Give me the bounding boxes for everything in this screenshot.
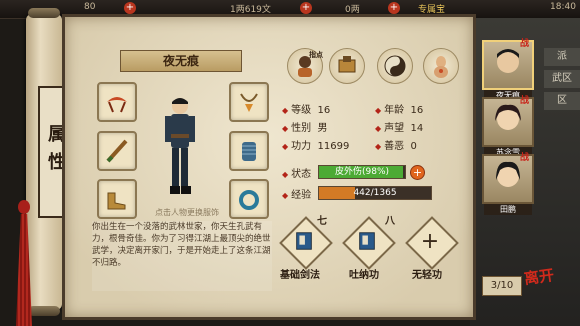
gender-value: 男: [317, 123, 328, 134]
equip-slot-armor[interactable]: [229, 131, 269, 171]
exp-text: 442/1365: [353, 188, 397, 198]
character-avatar[interactable]: [160, 94, 200, 202]
meridian-icon: [434, 56, 448, 78]
party-member-3-name: 田鹏: [484, 204, 532, 215]
add-ingot-button[interactable]: +: [388, 2, 400, 14]
exit-button[interactable]: 离开: [523, 264, 556, 289]
skill-3-label: 无轻功: [412, 270, 442, 281]
equip-slot-boots[interactable]: [97, 179, 137, 219]
skill-2-book[interactable]: [350, 224, 384, 258]
gender-stat: ◆ 性别 男: [282, 123, 328, 134]
skill-2-label: 吐纳功: [349, 270, 379, 281]
power-value: 11699: [317, 141, 350, 152]
top-left-value: 80: [84, 2, 96, 12]
equip-slot-headband[interactable]: [97, 82, 137, 122]
morality-stat: ◆ 善恶 0: [375, 141, 417, 152]
status-bar: 皮外伤(98%): [318, 165, 406, 179]
add-skill-icon[interactable]: +: [413, 224, 447, 258]
age-stat: ◆ 年龄 16: [375, 105, 424, 116]
tassel-decoration: [14, 200, 34, 326]
pendant-icon: [240, 93, 258, 112]
exp-label: ◆ 经验: [282, 190, 312, 201]
book-icon: [296, 232, 312, 250]
skill-2-number: 八: [385, 216, 395, 227]
character-name: 夜无痕: [120, 50, 242, 72]
armor-icon: [242, 142, 256, 161]
battle-tag-2: 战: [520, 96, 530, 106]
background-tab-2: 武区: [544, 70, 580, 88]
skill-1-book[interactable]: [287, 224, 321, 258]
boots-icon: [107, 192, 126, 210]
headband-icon: [107, 97, 127, 113]
power-stat: ◆ 功力 11699: [282, 141, 350, 152]
fame-stat: ◆ 声望 14: [375, 123, 424, 134]
staff-icon: [106, 139, 128, 163]
status-text: 皮外伤(98%): [334, 167, 390, 177]
equip-slot-weapon[interactable]: [97, 131, 137, 171]
scroll-icon: [338, 56, 356, 73]
clock: 18:40: [550, 2, 576, 12]
background-tab-1: 派: [544, 48, 580, 66]
level-value: 16: [317, 105, 331, 116]
exp-bar: 442/1365: [318, 186, 432, 200]
status-label: ◆ 状态: [282, 169, 312, 180]
level-stat: ◆ 等级 16: [282, 105, 331, 116]
hero-figure-icon: [165, 98, 195, 194]
fame-value: 14: [410, 123, 424, 134]
age-value: 16: [410, 105, 424, 116]
background-tab-3: 区: [544, 92, 580, 110]
heal-button[interactable]: +: [410, 165, 425, 180]
change-outfit-hint: 点击人物更换服饰: [155, 208, 219, 217]
scroll-button[interactable]: [329, 48, 365, 84]
skill-1-label: 基础剑法: [280, 270, 320, 281]
battle-tag-1: 战: [520, 39, 530, 49]
yinyang-button[interactable]: [377, 48, 413, 84]
battle-tag-3: 战: [520, 153, 530, 163]
add-currency-button[interactable]: +: [124, 2, 136, 14]
page-indicator: 3/10: [482, 276, 522, 296]
add-money-button[interactable]: +: [300, 2, 312, 14]
meridian-button[interactable]: [423, 48, 459, 84]
yinyang-icon: [384, 55, 406, 77]
book-icon: [359, 232, 375, 250]
master-tag: 指点: [309, 51, 323, 59]
equip-slot-necklace[interactable]: [229, 82, 269, 122]
character-bio: 你出生在一个没落的武林世家，你天生孔武有力，根骨奇佳。你为了习得江湖上最顶尖的绝…: [92, 221, 272, 291]
scroll-top-cap: [28, 8, 60, 18]
morality-value: 0: [410, 141, 417, 152]
